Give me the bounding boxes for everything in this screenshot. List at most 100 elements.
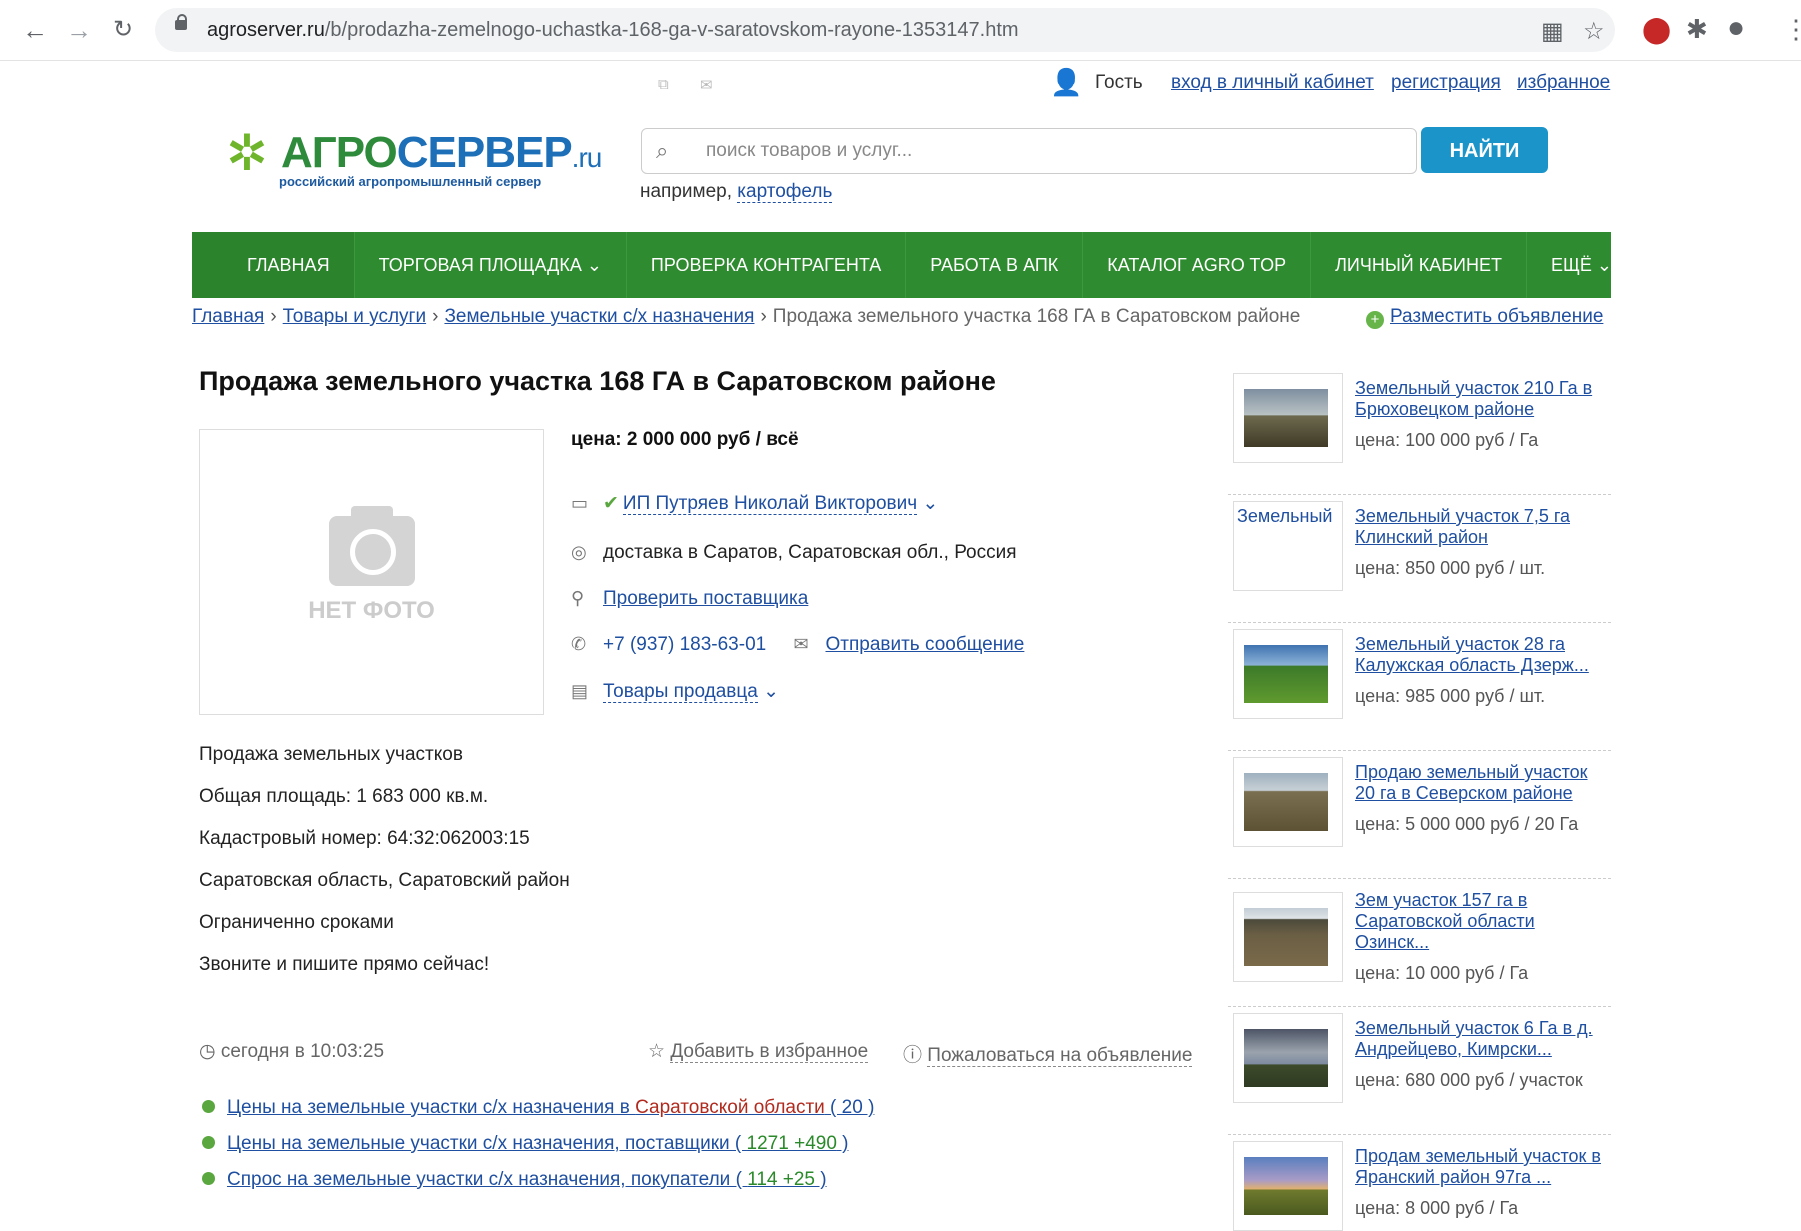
listing-thumbnail[interactable] xyxy=(1233,629,1343,719)
sidebar-listing-title[interactable]: Земельный участок 6 Га в д. Андрейцево, … xyxy=(1355,1018,1611,1060)
sitemap-icon[interactable]: ⧉ xyxy=(658,76,669,93)
field-photo xyxy=(1244,1157,1328,1215)
envelope-icon: ✉ xyxy=(793,634,809,654)
listing-thumbnail[interactable]: Земельный xyxy=(1233,501,1343,591)
favorites-link[interactable]: избранное xyxy=(1517,72,1610,94)
related-link[interactable]: Цены на земельные участки с/х назначения… xyxy=(202,1133,849,1155)
send-message-link[interactable]: Отправить сообщение xyxy=(825,634,1024,655)
goods-list-icon: ▤ xyxy=(571,681,589,701)
search-hint-link[interactable]: картофель xyxy=(737,181,833,203)
lock-icon xyxy=(175,14,187,30)
star-bookmark-icon[interactable]: ☆ xyxy=(1583,17,1605,46)
phone-number[interactable]: +7 (937) 183-63-01 xyxy=(603,634,766,655)
star-icon: ☆ xyxy=(648,1041,671,1062)
register-link[interactable]: регистрация xyxy=(1391,72,1501,94)
browser-menu-icon[interactable]: ⋮ xyxy=(1783,14,1801,45)
seller-goods-row: ▤ Товары продавца ⌄ xyxy=(571,680,779,703)
search-button[interactable]: НАЙТИ xyxy=(1421,127,1548,173)
field-photo xyxy=(1244,773,1328,831)
check-supplier-link[interactable]: Проверить поставщика xyxy=(603,588,808,609)
related-link[interactable]: Цены на земельные участки с/х назначения… xyxy=(202,1097,874,1119)
extensions-puzzle-icon[interactable]: ✱ xyxy=(1686,14,1708,45)
nav-counterparty-check[interactable]: ПРОВЕРКА КОНТРАГЕНТА xyxy=(627,232,907,298)
sidebar-listing-price: цена: 680 000 руб / участок xyxy=(1355,1070,1583,1090)
contact-row: ✆ +7 (937) 183-63-01 ✉ Отправить сообщение xyxy=(571,634,1024,656)
no-photo-label: НЕТ ФОТО xyxy=(308,597,435,624)
prices-region-link[interactable]: Цены на земельные участки с/х назначения… xyxy=(227,1097,874,1118)
breadcrumb-goods[interactable]: Товары и услуги xyxy=(283,306,426,327)
address-bar[interactable]: agroserver.ru/b/prodazha-zemelnogo-uchas… xyxy=(155,8,1615,52)
sidebar-listing-title[interactable]: Земельный участок 7,5 га Клинский район xyxy=(1355,506,1611,548)
adblock-extension-icon[interactable]: ⬤ xyxy=(1642,14,1671,45)
buyers-link[interactable]: Спрос на земельные участки с/х назначени… xyxy=(227,1169,827,1190)
sidebar-listing-price: цена: 850 000 руб / шт. xyxy=(1355,558,1546,578)
sidebar-listing[interactable]: Земельный Земельный участок 7,5 га Клинс… xyxy=(1228,494,1611,623)
add-favorite[interactable]: ☆ Добавить в избранное xyxy=(648,1040,869,1063)
nav-jobs[interactable]: РАБОТА В АПК xyxy=(906,232,1084,298)
bullet-icon xyxy=(202,1100,215,1113)
sidebar-listing-price: цена: 100 000 руб / Га xyxy=(1355,430,1539,450)
breadcrumb-category[interactable]: Земельные участки с/х назначения xyxy=(444,306,754,327)
sidebar-listing-title[interactable]: Продам земельный участок в Яранский райо… xyxy=(1355,1146,1611,1188)
logo-wordmark: АГРОСЕРВЕР.ru xyxy=(281,128,602,177)
qr-code-icon[interactable]: ▦ xyxy=(1541,17,1564,46)
verified-check-icon: ✔ xyxy=(603,493,619,514)
suppliers-link[interactable]: Цены на земельные участки с/х назначения… xyxy=(227,1133,849,1154)
sidebar-listing-price: цена: 8 000 руб / Га xyxy=(1355,1198,1519,1218)
nav-more[interactable]: ЕЩЁ ⌄ xyxy=(1527,232,1636,298)
sidebar-listing-price: цена: 985 000 руб / шт. xyxy=(1355,686,1546,706)
description-line: Общая площадь: 1 683 000 кв.м. xyxy=(199,786,489,807)
field-photo xyxy=(1244,1029,1328,1087)
seller-goods-link[interactable]: Товары продавца xyxy=(603,681,758,703)
phone-icon: ✆ xyxy=(571,634,587,654)
nav-account[interactable]: ЛИЧНЫЙ КАБИНЕТ xyxy=(1311,232,1527,298)
broken-image-alt[interactable]: Земельный xyxy=(1237,506,1332,527)
listing-thumbnail[interactable] xyxy=(1233,1141,1343,1231)
listing-photo[interactable]: НЕТ ФОТО xyxy=(199,429,544,715)
post-ad[interactable]: + Разместить объявление xyxy=(1366,306,1603,329)
nav-marketplace[interactable]: ТОРГОВАЯ ПЛОЩАДКА ⌄ xyxy=(355,232,627,298)
main-nav: ГЛАВНАЯ ТОРГОВАЯ ПЛОЩАДКА ⌄ ПРОВЕРКА КОН… xyxy=(192,232,1612,298)
sidebar-listing[interactable]: Продам земельный участок в Яранский райо… xyxy=(1228,1134,1611,1231)
sidebar-listing[interactable]: Земельный участок 210 Га в Брюховецком р… xyxy=(1228,366,1611,495)
listing-thumbnail[interactable] xyxy=(1233,757,1343,847)
breadcrumb-home[interactable]: Главная xyxy=(192,306,264,327)
seller-link[interactable]: ИП Путряев Николай Викторович xyxy=(622,493,918,515)
post-ad-link[interactable]: Разместить объявление xyxy=(1390,306,1603,327)
sidebar-listing[interactable]: Земельный участок 28 га Калужская област… xyxy=(1228,622,1611,751)
chevron-down-icon: ⌄ xyxy=(757,681,780,702)
sidebar-listing-title[interactable]: Продаю земельный участок 20 га в Северск… xyxy=(1355,762,1611,804)
supplier-search-icon: ⚲ xyxy=(571,588,585,608)
listing-thumbnail[interactable] xyxy=(1233,892,1343,982)
mail-icon[interactable]: ✉ xyxy=(700,76,713,94)
search-input[interactable] xyxy=(704,137,1398,165)
sidebar-listing-title[interactable]: Земельный участок 210 Га в Брюховецком р… xyxy=(1355,378,1611,420)
chevron-down-icon: ⌄ xyxy=(917,493,939,514)
forward-icon[interactable]: → xyxy=(66,16,92,44)
related-link[interactable]: Спрос на земельные участки с/х назначени… xyxy=(202,1169,827,1191)
back-icon[interactable]: ← xyxy=(22,16,48,44)
reload-icon[interactable]: ↻ xyxy=(113,16,133,44)
listing-price: цена: 2 000 000 руб / всё xyxy=(571,429,799,450)
listing-thumbnail[interactable] xyxy=(1233,373,1343,463)
sidebar-listing[interactable]: Земельный участок 6 Га в д. Андрейцево, … xyxy=(1228,1006,1611,1135)
sidebar-listing-price: цена: 10 000 руб / Га xyxy=(1355,963,1529,983)
sidebar-listing[interactable]: Продаю земельный участок 20 га в Северск… xyxy=(1228,750,1611,879)
sidebar-listing-price: цена: 5 000 000 руб / 20 Га xyxy=(1355,814,1579,834)
camera-icon xyxy=(329,506,415,586)
listing-thumbnail[interactable] xyxy=(1233,1013,1343,1103)
page-title: Продажа земельного участка 168 ГА в Сара… xyxy=(199,366,996,396)
profile-avatar-icon[interactable]: ● xyxy=(1727,11,1745,45)
sidebar-listing[interactable]: Зем участок 157 га в Саратовской области… xyxy=(1228,878,1611,1007)
description-line: Кадастровый номер: 64:32:062003:15 xyxy=(199,828,530,849)
nav-catalog[interactable]: КАТАЛОГ AGRO TOP xyxy=(1083,232,1312,298)
card-icon: ▭ xyxy=(571,493,589,513)
report-ad[interactable]: ⓘ Пожаловаться на объявление xyxy=(903,1040,1193,1067)
nav-home[interactable]: ГЛАВНАЯ xyxy=(192,232,355,298)
login-link[interactable]: вход в личный кабинет xyxy=(1171,72,1374,94)
sidebar-listing-title[interactable]: Зем участок 157 га в Саратовской области… xyxy=(1355,890,1611,953)
address-url[interactable]: agroserver.ru/b/prodazha-zemelnogo-uchas… xyxy=(207,19,1019,42)
field-photo xyxy=(1244,908,1328,966)
sidebar-listing-title[interactable]: Земельный участок 28 га Калужская област… xyxy=(1355,634,1611,676)
description-line: Продажа земельных участков xyxy=(199,744,463,765)
